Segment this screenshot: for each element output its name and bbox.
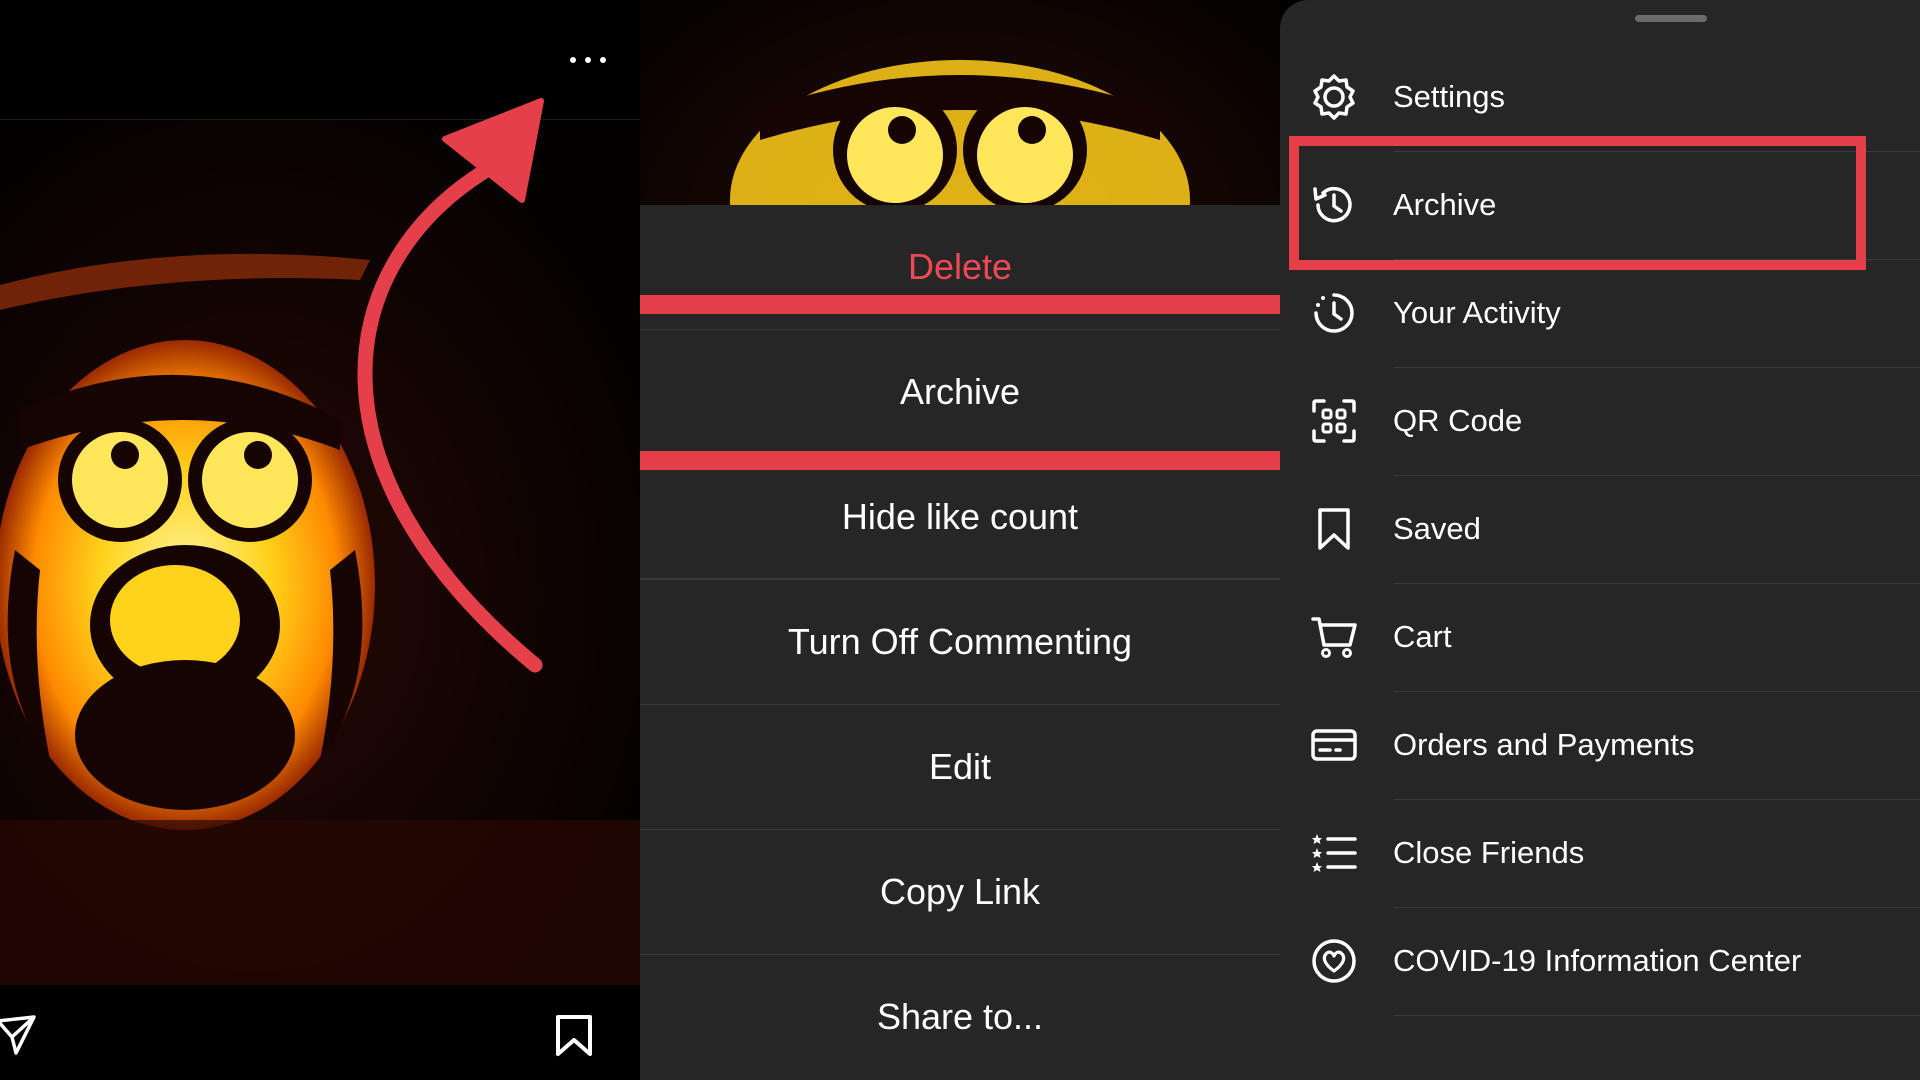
- hide-like-count-button[interactable]: Hide like count: [640, 455, 1280, 579]
- close-friends-list-icon: [1312, 834, 1357, 872]
- menu-item-label: Orders and Payments: [1393, 727, 1695, 762]
- turn-off-commenting-button[interactable]: Turn Off Commenting: [640, 580, 1280, 704]
- archive-history-icon: [1313, 186, 1352, 223]
- menu-item-close-friends[interactable]: Close Friends: [1280, 799, 1920, 907]
- edit-button[interactable]: Edit: [640, 705, 1280, 829]
- menu-item-orders-and-payments[interactable]: Orders and Payments: [1280, 691, 1920, 799]
- menu-item-label: COVID-19 Information Center: [1393, 943, 1802, 978]
- menu-item-label: Close Friends: [1393, 835, 1585, 870]
- menu-item-settings[interactable]: Settings: [1280, 43, 1920, 151]
- post-panel: [0, 0, 640, 1080]
- menu-item-label: Saved: [1393, 511, 1481, 546]
- save-bookmark-icon[interactable]: [554, 1014, 594, 1058]
- highlight-bar-top: [640, 295, 1280, 314]
- menu-item-label: Archive: [1393, 187, 1497, 222]
- sheet-grabber-handle[interactable]: [1635, 15, 1707, 22]
- copy-link-button[interactable]: Copy Link: [640, 830, 1280, 954]
- menu-item-label: Your Activity: [1393, 295, 1561, 330]
- menu-item-label: Cart: [1393, 619, 1452, 654]
- card-icon: [1311, 729, 1357, 761]
- cart-icon: [1311, 617, 1357, 658]
- share-paper-plane-icon[interactable]: [0, 1013, 38, 1057]
- covid-info-icon: [1312, 939, 1356, 983]
- divider: [1393, 1015, 1920, 1016]
- more-options-icon[interactable]: [570, 50, 606, 70]
- post-photo-carved-owl-pumpkin: [0, 120, 640, 985]
- share-to-button[interactable]: Share to...: [640, 955, 1280, 1079]
- menu-item-archive[interactable]: Archive: [1280, 151, 1920, 259]
- post-actions-panel: Delete Archive Hide like count Turn Off …: [640, 0, 1280, 1080]
- activity-icon: [1314, 293, 1354, 333]
- post-photo-preview: [640, 0, 1280, 205]
- post-actions-sheet: Delete Archive Hide like count Turn Off …: [640, 205, 1280, 1080]
- post-action-bar: [0, 985, 640, 1080]
- profile-menu-panel: Settings Archive Your Activity QR Code S…: [1280, 0, 1920, 1080]
- menu-item-your-activity[interactable]: Your Activity: [1280, 259, 1920, 367]
- qr-code-icon: [1312, 399, 1356, 443]
- menu-item-label: Settings: [1393, 79, 1506, 114]
- bookmark-icon: [1318, 508, 1350, 550]
- menu-item-qr-code[interactable]: QR Code: [1280, 367, 1920, 475]
- menu-item-label: QR Code: [1393, 403, 1523, 438]
- profile-menu-sheet: Settings Archive Your Activity QR Code S…: [1280, 0, 1920, 1080]
- menu-item-covid-information-center[interactable]: COVID-19 Information Center: [1280, 907, 1920, 1015]
- menu-item-cart[interactable]: Cart: [1280, 583, 1920, 691]
- menu-item-saved[interactable]: Saved: [1280, 475, 1920, 583]
- archive-button[interactable]: Archive: [640, 330, 1280, 454]
- settings-icon: [1313, 74, 1355, 120]
- post-header: [0, 0, 640, 120]
